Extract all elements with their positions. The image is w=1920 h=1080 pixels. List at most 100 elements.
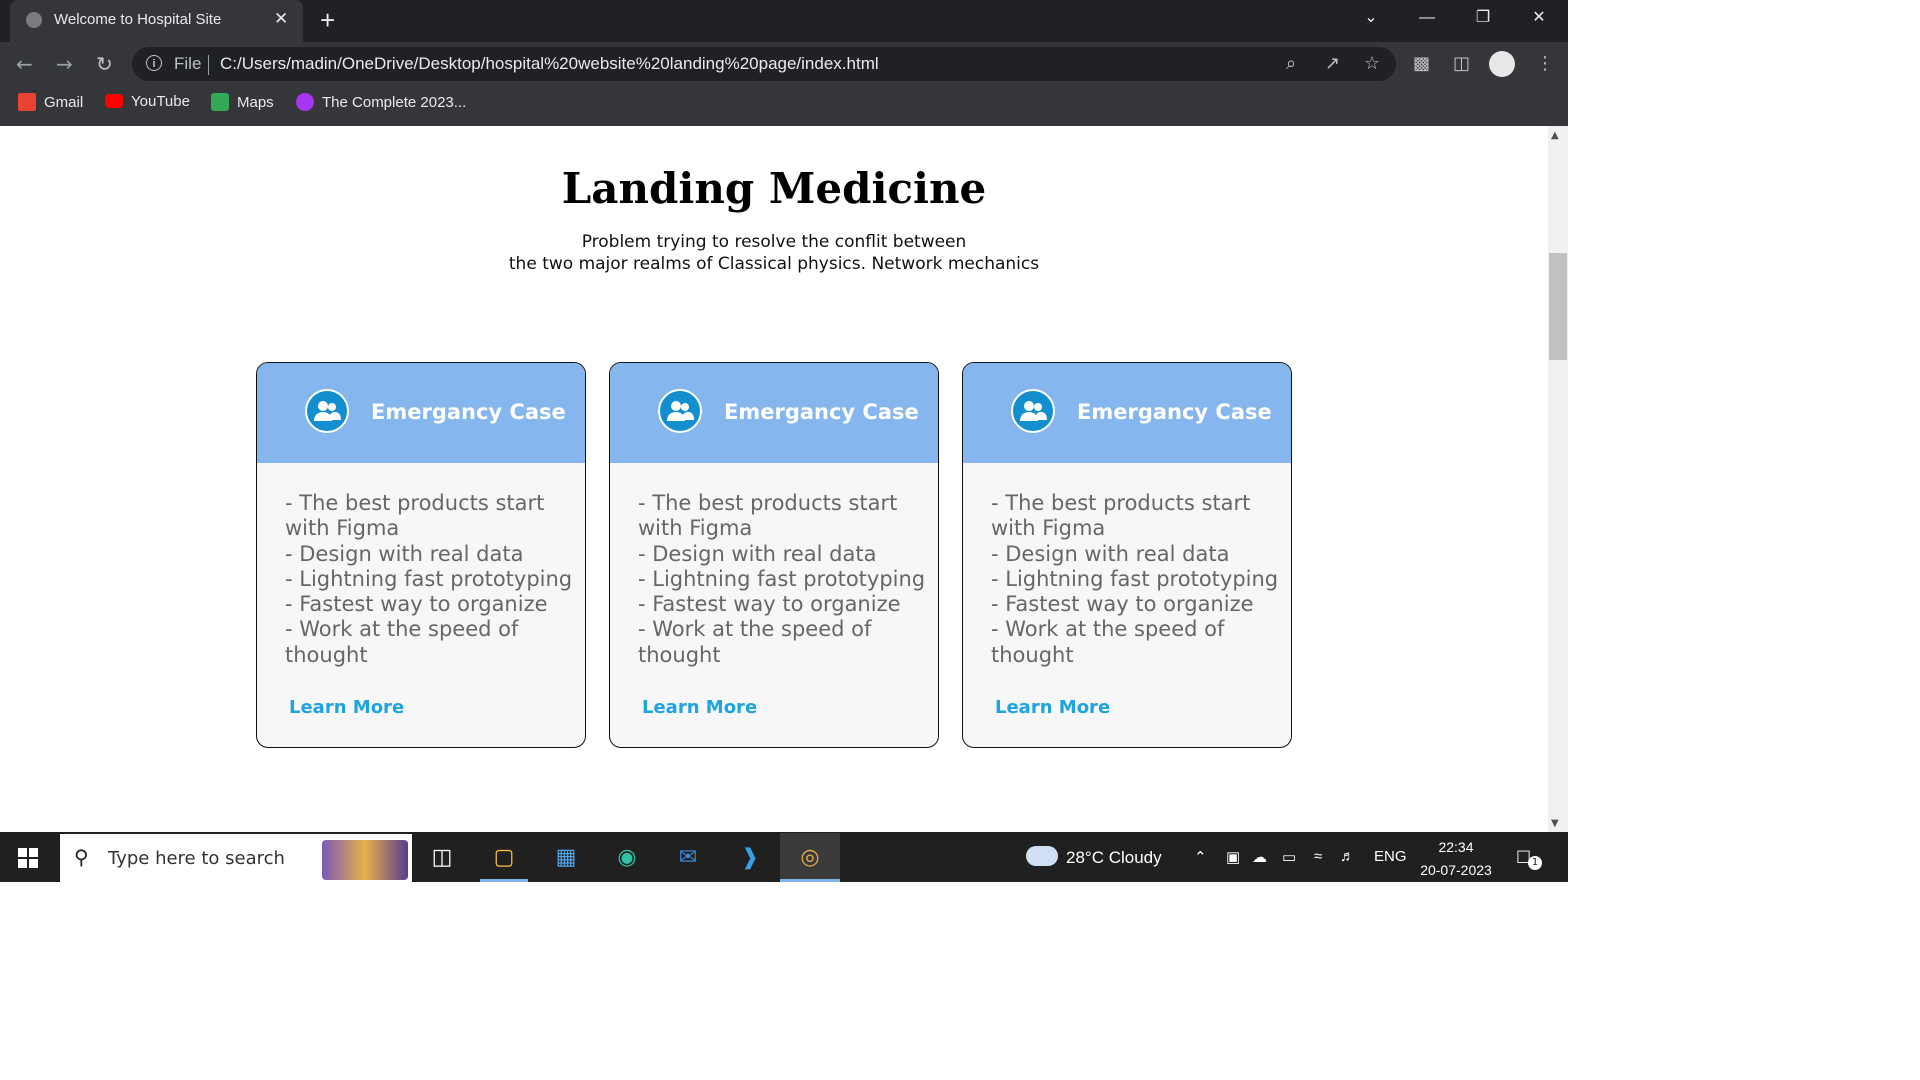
new-tab-button[interactable]: + xyxy=(320,5,335,36)
card-feature-list: - The best products start with Figma - D… xyxy=(285,491,575,668)
list-item: - Design with real data xyxy=(638,541,877,566)
users-icon xyxy=(658,389,702,433)
zoom-icon[interactable]: ⌕ xyxy=(1286,53,1296,74)
notification-count: 1 xyxy=(1528,856,1542,870)
scroll-up-arrow-icon[interactable]: ▲ xyxy=(1551,130,1559,141)
windows-start-icon[interactable] xyxy=(18,848,38,868)
close-window-button[interactable]: ✕ xyxy=(1511,0,1567,36)
extensions-icon[interactable]: ▩ xyxy=(1413,53,1430,74)
udemy-icon xyxy=(296,93,314,111)
card-header: Emergancy Case xyxy=(257,363,585,463)
onedrive-icon[interactable]: ☁ xyxy=(1252,848,1267,866)
side-panel-icon[interactable]: ◫ xyxy=(1453,53,1470,74)
list-item: - Work at the speed of thought xyxy=(285,617,526,667)
list-item: - Fastest way to organize xyxy=(991,592,1254,617)
list-item: - Lightning fast prototyping xyxy=(991,566,1279,591)
youtube-icon xyxy=(105,94,123,108)
globe-icon xyxy=(26,12,42,28)
tab-close-icon[interactable]: ✕ xyxy=(274,9,288,29)
card-header: Emergancy Case xyxy=(963,363,1291,463)
tab-search-icon[interactable]: ⌄ xyxy=(1343,0,1399,36)
learn-more-link[interactable]: Learn More xyxy=(642,697,757,718)
vscode-icon[interactable]: ❱ xyxy=(732,840,768,876)
scheme-label: File xyxy=(174,54,202,73)
forward-button[interactable]: → xyxy=(56,52,73,76)
search-placeholder: Type here to search xyxy=(108,848,285,869)
list-item: - Design with real data xyxy=(991,541,1230,566)
card-title: Emergancy Case xyxy=(371,400,566,424)
cloudy-weather-icon[interactable] xyxy=(1026,846,1058,866)
vertical-scrollbar[interactable] xyxy=(1548,126,1568,832)
service-card: Emergancy Case - The best products start… xyxy=(609,362,939,748)
minimize-button[interactable]: — xyxy=(1399,0,1455,36)
card-header: Emergancy Case xyxy=(610,363,938,463)
maps-icon xyxy=(211,93,229,111)
users-icon xyxy=(1011,389,1055,433)
running-indicator xyxy=(480,879,528,882)
system-clock[interactable]: 22:34 20-07-2023 xyxy=(1418,836,1494,882)
bookmark-youtube[interactable]: YouTube xyxy=(105,93,190,113)
address-divider xyxy=(208,55,209,75)
card-title: Emergancy Case xyxy=(1077,400,1272,424)
bookmark-label: Maps xyxy=(237,94,274,111)
list-item: - Design with real data xyxy=(285,541,524,566)
microsoft-store-icon[interactable]: ▦ xyxy=(548,840,584,876)
notification-icon[interactable]: □ 1 xyxy=(1516,846,1542,870)
page-title: Landing Medicine xyxy=(561,164,987,213)
active-indicator xyxy=(780,879,840,882)
list-item: - Work at the speed of thought xyxy=(638,617,879,667)
file-explorer-icon[interactable]: ▢ xyxy=(486,840,522,876)
share-icon[interactable]: ↗ xyxy=(1325,53,1340,74)
list-item: - Work at the speed of thought xyxy=(991,617,1232,667)
info-icon[interactable]: i xyxy=(146,55,162,71)
back-button[interactable]: ← xyxy=(16,52,33,76)
weather-widget[interactable]: 28°C Cloudy xyxy=(1066,848,1162,868)
bookmark-gmail[interactable]: Gmail xyxy=(18,93,83,113)
bookmark-label: The Complete 2023... xyxy=(322,94,467,111)
meet-now-icon[interactable]: ▣ xyxy=(1226,848,1240,866)
clock-time: 22:34 xyxy=(1438,839,1474,855)
card-title: Emergancy Case xyxy=(724,400,919,424)
service-card: Emergancy Case - The best products start… xyxy=(256,362,586,748)
battery-icon[interactable]: ▭ xyxy=(1282,848,1296,866)
scrollbar-thumb[interactable] xyxy=(1549,253,1567,360)
restore-button[interactable]: ❐ xyxy=(1455,0,1511,36)
list-item: - The best products start with Figma xyxy=(991,491,1258,541)
card-feature-list: - The best products start with Figma - D… xyxy=(638,491,928,668)
task-view-icon[interactable]: ◫ xyxy=(424,840,460,876)
bookmark-label: Gmail xyxy=(44,94,84,111)
profile-avatar[interactable] xyxy=(1489,51,1515,77)
learn-more-link[interactable]: Learn More xyxy=(289,697,404,718)
list-item: - Fastest way to organize xyxy=(638,592,901,617)
tray-chevron-icon[interactable]: ⌃ xyxy=(1194,848,1207,866)
search-icon: ⚲ xyxy=(74,845,89,869)
list-item: - The best products start with Figma xyxy=(285,491,552,541)
bookmark-star-icon[interactable]: ☆ xyxy=(1364,53,1380,74)
bookmark-udemy[interactable]: The Complete 2023... xyxy=(296,93,466,113)
chrome-icon: ◎ xyxy=(800,845,820,870)
wifi-icon[interactable]: ≈ xyxy=(1314,848,1322,865)
volume-icon[interactable]: ♬ xyxy=(1340,848,1355,865)
bookmark-maps[interactable]: Maps xyxy=(211,93,274,113)
url-text[interactable]: C:/Users/madin/OneDrive/Desktop/hospital… xyxy=(220,54,879,74)
list-item: - Fastest way to organize xyxy=(285,592,548,617)
reload-button[interactable]: ↻ xyxy=(96,52,113,76)
clock-date: 20-07-2023 xyxy=(1420,862,1492,878)
card-feature-list: - The best products start with Figma - D… xyxy=(991,491,1281,668)
tab-title: Welcome to Hospital Site xyxy=(54,11,222,28)
users-icon xyxy=(305,389,349,433)
subtitle-line: the two major realms of Classical physic… xyxy=(508,254,1040,274)
page-subtitle: Problem trying to resolve the conflit be… xyxy=(0,231,1548,275)
language-indicator[interactable]: ENG xyxy=(1374,848,1407,865)
subtitle-line: Problem trying to resolve the conflit be… xyxy=(581,232,967,252)
menu-dots-icon[interactable]: ⋮ xyxy=(1536,53,1554,74)
scroll-down-arrow-icon[interactable]: ▼ xyxy=(1551,818,1559,829)
list-item: - Lightning fast prototyping xyxy=(285,566,573,591)
learn-more-link[interactable]: Learn More xyxy=(995,697,1110,718)
search-highlight-image xyxy=(322,840,408,880)
mail-icon[interactable]: ✉ xyxy=(670,840,706,876)
list-item: - Lightning fast prototyping xyxy=(638,566,926,591)
bookmark-label: YouTube xyxy=(131,93,190,110)
edge-icon[interactable]: ◉ xyxy=(609,840,645,876)
service-card: Emergancy Case - The best products start… xyxy=(962,362,1292,748)
